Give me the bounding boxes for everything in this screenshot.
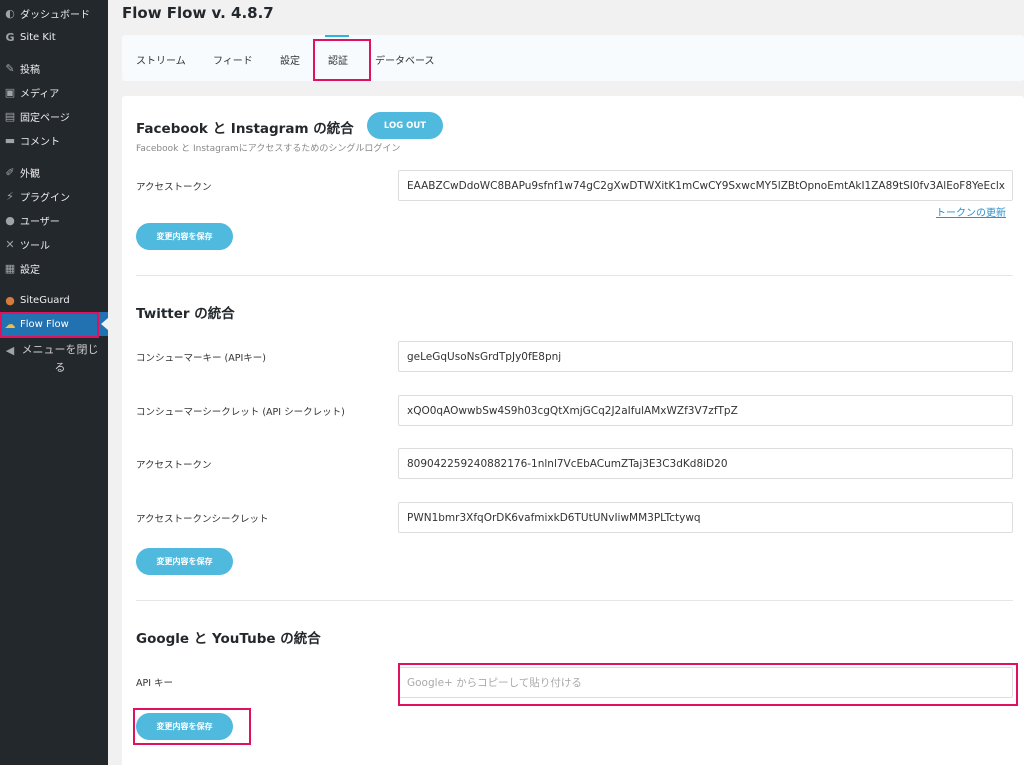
user-icon: ● bbox=[5, 213, 15, 227]
sidebar-item-siteguard[interactable]: ● SiteGuard bbox=[0, 288, 108, 312]
tab-streams[interactable]: ストリーム bbox=[136, 52, 186, 67]
sidebar-item-label: ユーザー bbox=[20, 216, 60, 228]
siteguard-icon: ● bbox=[5, 293, 15, 307]
sidebar-item-dashboard[interactable]: ◐ ダッシュボード bbox=[0, 1, 108, 25]
brush-icon: ✐ bbox=[5, 165, 15, 179]
refresh-token-link[interactable]: トークンの更新 bbox=[936, 204, 1006, 219]
twitter-save-button[interactable]: 変更内容を保存 bbox=[136, 548, 233, 575]
facebook-save-button[interactable]: 変更内容を保存 bbox=[136, 223, 233, 250]
settings-icon: ▦ bbox=[4, 261, 16, 275]
tab-feeds[interactable]: フィード bbox=[213, 52, 253, 67]
collapse-menu-label: メニューを閉じる bbox=[21, 343, 99, 374]
sidebar-item-label: コメント bbox=[20, 136, 60, 148]
logout-button[interactable]: LOG OUT bbox=[367, 112, 443, 139]
comment-icon: ▬ bbox=[4, 133, 16, 147]
facebook-description: Facebook と Instagramにアクセスするためのシングルログイン bbox=[136, 144, 401, 154]
twitter-access-token-field[interactable]: 809042259240882176-1nlnl7VcEbACumZTaj3E3… bbox=[398, 448, 1013, 479]
tab-database[interactable]: データベース bbox=[375, 52, 435, 67]
sidebar-item-appearance[interactable]: ✐ 外観 bbox=[0, 160, 108, 184]
facebook-token-field[interactable]: EAABZCwDdoWC8BAPu9sfnf1w74gC2gXwDTWXitK1… bbox=[398, 170, 1013, 201]
sidebar-item-label: SiteGuard bbox=[20, 294, 70, 306]
google-save-button[interactable]: 変更内容を保存 bbox=[136, 713, 233, 740]
sidebar-item-settings[interactable]: ▦ 設定 bbox=[0, 256, 108, 280]
sidebar-item-label: Flow Flow bbox=[20, 318, 69, 330]
sidebar-item-label: ツール bbox=[20, 240, 50, 252]
sidebar-item-label: Site Kit bbox=[20, 31, 56, 43]
sidebar-item-comments[interactable]: ▬ コメント bbox=[0, 128, 108, 152]
sidebar-item-posts[interactable]: ✎ 投稿 bbox=[0, 56, 108, 80]
sidebar-item-label: ダッシュボード bbox=[20, 9, 90, 21]
twitter-access-secret-field[interactable]: PWN1bmr3XfqOrDK6vafmixkD6TUtUNvIiwMM3PLT… bbox=[398, 502, 1013, 533]
twitter-consumer-secret-field[interactable]: xQO0qAOwwbSw4S9h03cgQtXmjGCq2J2aIfulAMxW… bbox=[398, 395, 1013, 426]
tab-auth[interactable]: 認証 bbox=[325, 35, 349, 67]
sidebar-item-pages[interactable]: ▤ 固定ページ bbox=[0, 104, 108, 128]
twitter-consumer-key-label: コンシューマーキー (APIキー) bbox=[136, 353, 266, 364]
page-title: Flow Flow v. 4.8.7 bbox=[122, 4, 274, 22]
plugin-icon: ⚡ bbox=[6, 189, 14, 203]
sidebar-item-site-kit[interactable]: G Site Kit bbox=[0, 25, 108, 49]
divider bbox=[136, 275, 1013, 276]
twitter-consumer-key-field[interactable]: geLeGqUsoNsGrdTpJy0fE8pnj bbox=[398, 341, 1013, 372]
facebook-section-title: Facebook と Instagram の統合 bbox=[136, 121, 354, 137]
sidebar-item-tools[interactable]: ✕ ツール bbox=[0, 232, 108, 256]
flowflow-icon: ☁ bbox=[4, 317, 16, 331]
pin-icon: ✎ bbox=[5, 61, 15, 75]
sidebar-item-label: 固定ページ bbox=[20, 112, 70, 124]
divider bbox=[136, 600, 1013, 601]
sidebar-item-media[interactable]: ▣ メディア bbox=[0, 80, 108, 104]
sidebar-item-flow-flow[interactable]: ☁ Flow Flow bbox=[0, 312, 108, 336]
twitter-access-secret-label: アクセストークンシークレット bbox=[136, 514, 269, 525]
sidebar-item-label: プラグイン bbox=[20, 192, 70, 204]
dashboard-icon: ◐ bbox=[5, 6, 15, 20]
sidebar-item-label: 設定 bbox=[20, 264, 40, 276]
wrench-icon: ✕ bbox=[5, 237, 15, 251]
google-api-key-label: API キー bbox=[136, 678, 174, 689]
admin-sidebar: ◐ ダッシュボード G Site Kit ✎ 投稿 ▣ メディア ▤ 固定ページ… bbox=[0, 0, 108, 765]
collapse-icon: ◀ bbox=[5, 344, 15, 357]
twitter-section-title: Twitter の統合 bbox=[136, 306, 235, 322]
collapse-menu-button[interactable]: ◀ メニューを閉じる bbox=[0, 341, 108, 377]
sidebar-item-label: 投稿 bbox=[20, 64, 40, 76]
sidebar-item-label: メディア bbox=[20, 88, 60, 100]
tab-bar: ストリーム フィード 設定 認証 データベース bbox=[122, 35, 1024, 81]
google-icon: G bbox=[5, 30, 15, 44]
sidebar-item-users[interactable]: ● ユーザー bbox=[0, 208, 108, 232]
sidebar-item-plugins[interactable]: ⚡ プラグイン bbox=[0, 184, 108, 208]
google-section-title: Google と YouTube の統合 bbox=[136, 631, 321, 647]
twitter-access-token-label: アクセストークン bbox=[136, 460, 212, 471]
sidebar-item-label: 外観 bbox=[20, 168, 40, 180]
google-api-key-field[interactable]: Google+ からコピーして貼り付ける bbox=[398, 667, 1013, 698]
page-icon: ▤ bbox=[4, 109, 16, 123]
twitter-consumer-secret-label: コンシューマーシークレット (API シークレット) bbox=[136, 407, 345, 418]
media-icon: ▣ bbox=[4, 85, 16, 99]
facebook-token-label: アクセストークン bbox=[136, 182, 212, 193]
tab-settings[interactable]: 設定 bbox=[280, 52, 300, 67]
